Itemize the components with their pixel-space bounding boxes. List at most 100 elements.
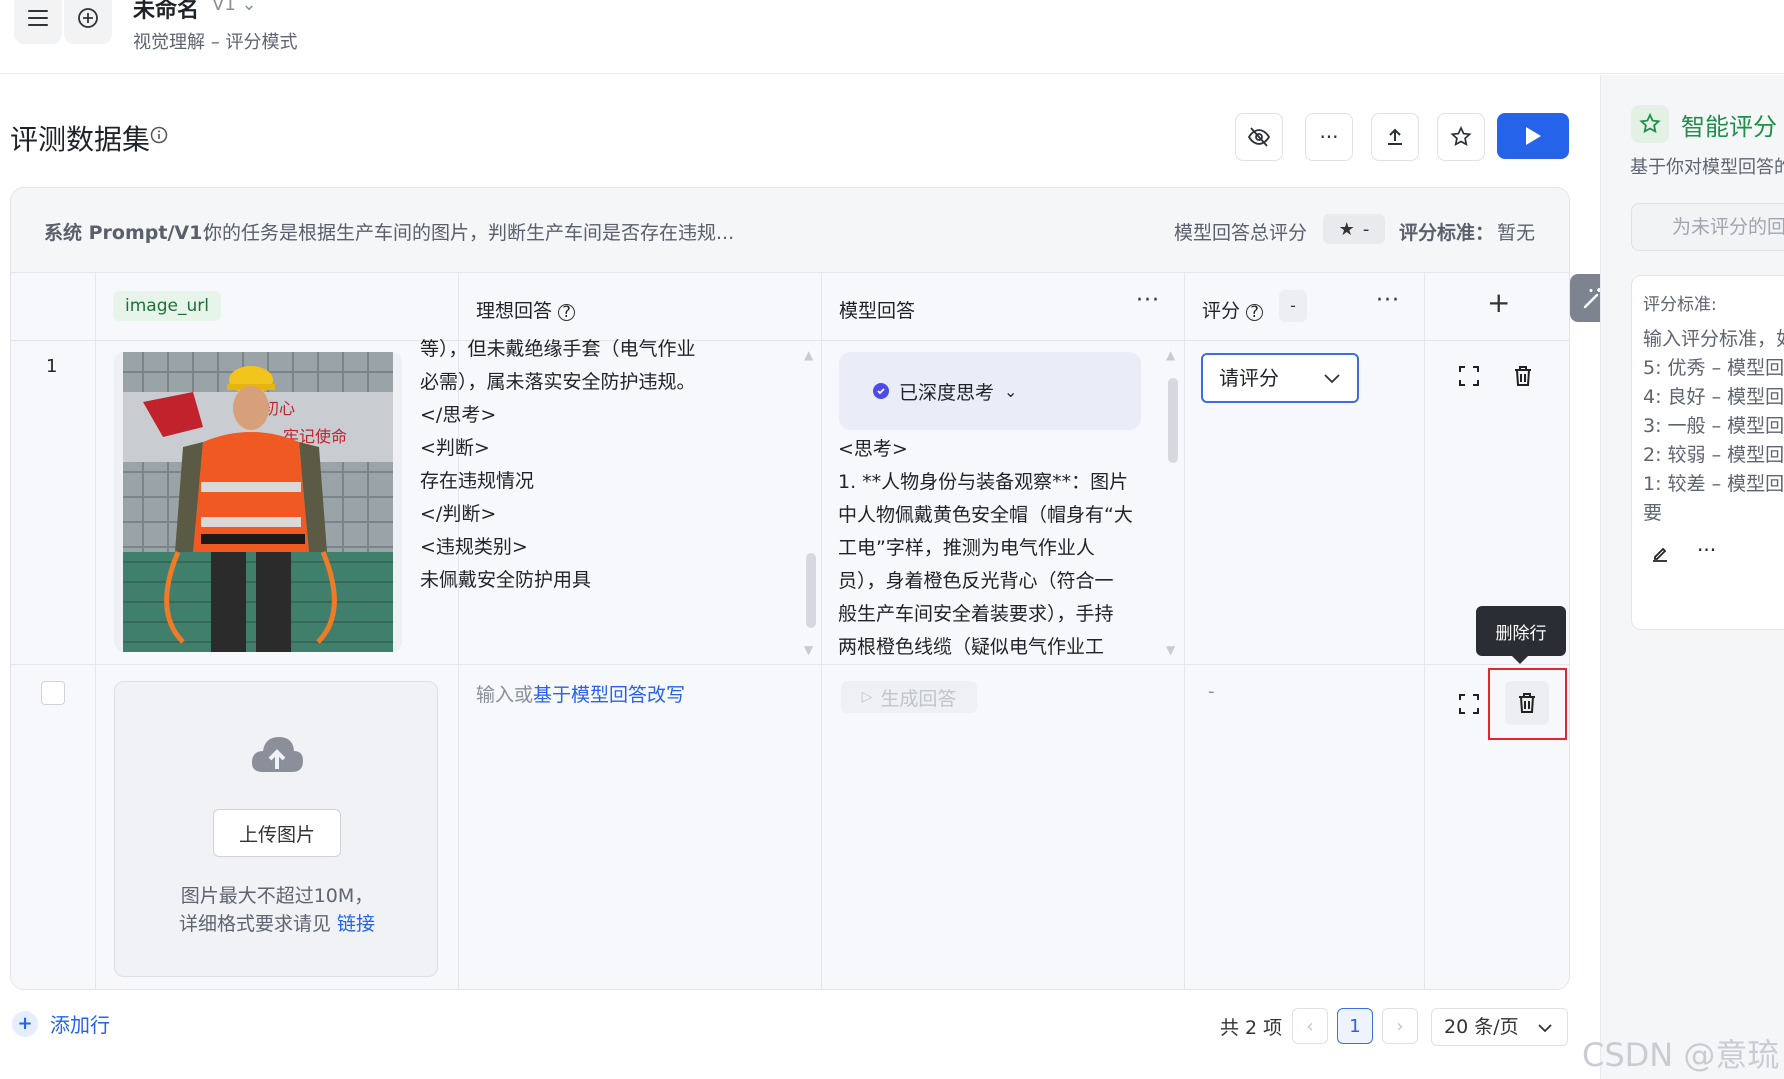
- chevron-right-icon: ›: [1396, 1015, 1404, 1037]
- star-sparkle-icon: [1450, 125, 1472, 147]
- panel-subtitle: 基于你对模型回答的: [1630, 157, 1784, 178]
- column-header-model: 模型回答: [839, 300, 916, 322]
- favorite-button[interactable]: [1437, 113, 1485, 161]
- model-scrollbar[interactable]: [1168, 378, 1178, 463]
- add-button[interactable]: [64, 0, 112, 44]
- score-select[interactable]: 请评分: [1201, 353, 1359, 403]
- panel-title: 智能评分: [1681, 113, 1777, 141]
- score-column-menu[interactable]: ···: [1376, 288, 1400, 313]
- score-unrated-button[interactable]: 为未评分的回: [1631, 203, 1784, 251]
- row2-score: -: [1208, 681, 1215, 702]
- ideal-scrollbar[interactable]: [806, 553, 816, 628]
- score-header-badge: -: [1279, 290, 1307, 322]
- edit-icon[interactable]: [1650, 544, 1670, 564]
- smart-scoring-panel: 智能评分 基于你对模型回答的 为未评分的回 评分标准: 输入评分标准，如 5: …: [1600, 75, 1784, 1079]
- plus-circle-icon: [78, 8, 98, 28]
- generate-answer-button[interactable]: ▷ 生成回答: [841, 681, 977, 713]
- upload-area[interactable]: 上传图片 图片最大不超过10M， 详细格式要求请见 链接: [114, 681, 438, 977]
- scroll-up-icon[interactable]: ▲: [1166, 348, 1175, 362]
- version-dropdown[interactable]: V1 ⌄: [212, 0, 257, 15]
- upload-hint-line2: 详细格式要求请见 链接: [115, 909, 439, 936]
- generate-label: 生成回答: [880, 687, 957, 710]
- model-answer-text[interactable]: <思考> 1. **人物身份与装备观察**：图片 中人物佩戴黄色安全帽（帽身有“…: [838, 433, 1133, 663]
- prompt-text[interactable]: 你的任务是根据生产车间的图片，判断生产车间是否存在违规...: [203, 218, 734, 245]
- help-icon[interactable]: ?: [1246, 304, 1264, 321]
- section-title: 评测数据集: [10, 123, 151, 156]
- format-link[interactable]: 链接: [337, 913, 375, 935]
- pager-total: 共 2 项: [1220, 1017, 1283, 1039]
- add-row-label: 添加行: [50, 1013, 110, 1037]
- chevron-down-icon: [1324, 374, 1340, 384]
- score-total-value: -: [1362, 218, 1370, 240]
- upload-image-button[interactable]: 上传图片: [213, 809, 341, 857]
- ideal-answer-text[interactable]: 等），但未戴绝缘手套（电气作业 必需），属未落实安全防护违规。 </思考> <判…: [420, 333, 696, 597]
- more-button[interactable]: ···: [1305, 113, 1353, 161]
- row-image-cell[interactable]: 初心 牢记使命: [114, 352, 402, 652]
- prev-page-button[interactable]: ‹: [1292, 1008, 1328, 1044]
- hide-button[interactable]: [1235, 113, 1283, 161]
- standard-line: 输入评分标准，如: [1643, 328, 1784, 350]
- standard-value: 暂无: [1497, 222, 1536, 244]
- help-icon[interactable]: ?: [558, 304, 576, 321]
- thinking-toggle[interactable]: 已深度思考 ⌄: [839, 352, 1141, 430]
- next-page-button[interactable]: ›: [1382, 1008, 1418, 1044]
- expand-row-button[interactable]: [1451, 358, 1487, 394]
- add-row-button[interactable]: + 添加行: [12, 1009, 110, 1038]
- prompt-label: 系统 Prompt/V1：: [44, 222, 222, 244]
- scoring-standard-card[interactable]: 评分标准: 输入评分标准，如 5: 优秀 – 模型回 4: 良好 – 模型回 3…: [1631, 275, 1784, 630]
- worker-photo: 初心 牢记使命: [123, 352, 393, 652]
- thinking-label: 已深度思考: [899, 381, 995, 404]
- model-column-menu[interactable]: ···: [1136, 288, 1160, 313]
- column-header-ideal: 理想回答 ?: [476, 296, 576, 323]
- col-divider: [1424, 273, 1425, 989]
- rewrite-link[interactable]: 基于模型回答改写: [533, 684, 685, 706]
- column-header-score: 评分 ?: [1202, 296, 1264, 323]
- page-size-select[interactable]: 20 条/页: [1431, 1008, 1568, 1046]
- upload-button[interactable]: [1371, 113, 1419, 161]
- column-header-image[interactable]: image_url: [113, 291, 221, 321]
- scroll-down-icon[interactable]: ▼: [1166, 643, 1175, 657]
- col-divider: [821, 273, 822, 989]
- standard-label: 评分标准：: [1399, 222, 1495, 244]
- col-divider: [95, 273, 96, 989]
- score-placeholder: 请评分: [1219, 366, 1279, 390]
- plus-icon: +: [12, 1010, 38, 1037]
- upload-hint-line1: 图片最大不超过10M，: [180, 885, 374, 907]
- expand-row-button[interactable]: [1451, 686, 1487, 722]
- cloud-upload-icon: [251, 737, 303, 772]
- app-title: 未命名: [133, 0, 200, 23]
- check-icon: [873, 383, 889, 399]
- prompt-bar: 系统 Prompt/V1： 你的任务是根据生产车间的图片，判断生产车间是否存在违…: [11, 188, 1569, 273]
- watermark: CSDN @意琉: [1582, 1036, 1780, 1074]
- ideal-line: <判断>: [420, 437, 490, 459]
- scroll-down-icon[interactable]: ▼: [804, 643, 813, 657]
- scroll-up-icon[interactable]: ▲: [804, 348, 813, 362]
- ideal-answer-input[interactable]: 输入或基于模型回答改写: [476, 679, 685, 712]
- page-1-button[interactable]: 1: [1337, 1008, 1373, 1044]
- add-column-button[interactable]: +: [1487, 286, 1510, 319]
- version-label: V1: [212, 0, 236, 15]
- delete-row-button[interactable]: [1505, 358, 1541, 394]
- standard-line: 2: 较弱 – 模型回: [1643, 444, 1784, 466]
- delete-tooltip: 删除行: [1476, 606, 1566, 664]
- row-divider: [11, 664, 1569, 665]
- model-line: 员），身着橙色反光背心（符合一: [838, 570, 1114, 592]
- chevron-down-icon: [1538, 1024, 1552, 1033]
- menu-button[interactable]: [14, 0, 62, 44]
- menu-icon: [28, 10, 48, 26]
- ideal-input-prefix: 输入或: [476, 684, 534, 706]
- ideal-line: <违规类别>: [420, 536, 528, 558]
- run-button[interactable]: [1497, 113, 1569, 159]
- card-title: 评分标准:: [1643, 295, 1717, 315]
- star-icon: ★: [1338, 218, 1355, 240]
- ideal-line: 存在违规情况: [420, 470, 535, 492]
- row-divider: [11, 340, 1569, 341]
- column-header-ideal-label: 理想回答: [476, 300, 553, 322]
- row-checkbox[interactable]: [41, 681, 65, 705]
- standard-line: 4: 良好 – 模型回: [1643, 386, 1784, 408]
- delete-highlight-box: [1488, 668, 1567, 740]
- info-icon[interactable]: [150, 126, 168, 144]
- standard-line: 要: [1643, 502, 1663, 524]
- trash-icon: [1515, 366, 1531, 386]
- card-more-icon[interactable]: ···: [1697, 538, 1716, 562]
